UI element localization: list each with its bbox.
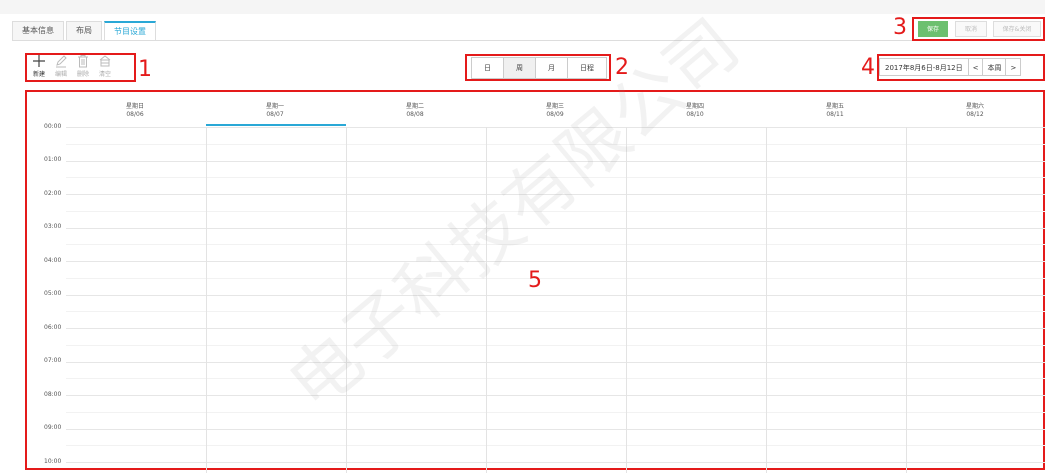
half-hour-gridline [66, 344, 1045, 346]
tab-basic-info[interactable]: 基本信息 [12, 21, 64, 40]
view-week-button[interactable]: 周 [504, 58, 536, 78]
half-hour-gridline [66, 411, 1045, 413]
day-date: 08/10 [686, 111, 704, 118]
tab-bar: 基本信息 布局 节目设置 [12, 20, 158, 40]
half-hour-gridline [66, 143, 1045, 145]
active-day-indicator [206, 124, 346, 126]
hour-gridline [66, 428, 1045, 430]
time-label: 10:00 [44, 458, 62, 465]
save-and-close-button[interactable]: 保存&关闭 [993, 21, 1041, 37]
day-date: 08/09 [546, 111, 564, 118]
half-hour-gridline [66, 311, 1045, 313]
day-column-divider [906, 127, 907, 473]
day-header-wed: 星期三 08/09 [485, 103, 625, 119]
day-header-tue: 星期二 08/08 [345, 103, 485, 119]
toolbar: 新建 编辑 删除 清空 [28, 54, 116, 78]
time-label: 04:00 [44, 257, 62, 264]
this-week-button[interactable]: 本周 [982, 58, 1007, 76]
day-date: 08/08 [406, 111, 424, 118]
time-label: 06:00 [44, 324, 62, 331]
cancel-button[interactable]: 取消 [955, 21, 987, 37]
day-date: 08/06 [126, 111, 144, 118]
annotation-label-3: 3 [893, 15, 907, 40]
day-column-divider [766, 127, 767, 473]
hour-gridline [66, 462, 1045, 463]
hour-gridline [66, 294, 1045, 296]
clear-button[interactable]: 清空 [94, 54, 116, 78]
day-name: 星期五 [825, 103, 844, 110]
top-strip [0, 0, 1045, 14]
annotation-label-2: 2 [615, 55, 629, 80]
day-date: 08/07 [266, 111, 284, 118]
time-label: 07:00 [44, 357, 62, 364]
prev-week-button[interactable]: < [967, 58, 984, 76]
eraser-icon [99, 55, 111, 67]
hour-gridline [66, 227, 1045, 229]
half-hour-gridline [66, 445, 1045, 447]
trash-icon [78, 55, 88, 68]
hour-gridline [66, 328, 1045, 329]
new-button[interactable]: 新建 [28, 54, 50, 78]
view-switch: 日 周 月 日程 [471, 57, 607, 79]
delete-label: 删除 [76, 71, 89, 78]
day-header-sun: 星期日 08/06 [65, 103, 205, 119]
time-label: 03:00 [44, 223, 62, 230]
day-column-divider [206, 127, 207, 473]
day-column-divider [346, 127, 347, 473]
plus-icon [33, 55, 45, 67]
day-name: 星期一 [265, 103, 284, 110]
next-week-button[interactable]: > [1005, 58, 1022, 76]
day-name: 星期三 [545, 103, 564, 110]
new-label: 新建 [32, 71, 45, 78]
half-hour-gridline [66, 277, 1045, 279]
day-header-mon: 星期一 08/07 [205, 103, 345, 119]
half-hour-gridline [66, 244, 1045, 246]
tab-layout[interactable]: 布局 [66, 21, 102, 40]
save-button[interactable]: 保存 [918, 21, 948, 37]
day-name: 星期二 [405, 103, 424, 110]
edit-button[interactable]: 编辑 [50, 54, 72, 78]
half-hour-gridline [66, 378, 1045, 380]
annotation-label-4: 4 [861, 55, 875, 80]
day-name: 星期四 [685, 103, 704, 110]
day-column-divider [486, 127, 487, 473]
view-schedule-button[interactable]: 日程 [568, 58, 606, 78]
day-date: 08/11 [826, 111, 844, 118]
time-label: 00:00 [44, 123, 62, 130]
hour-gridline [66, 361, 1045, 363]
time-label: 02:00 [44, 190, 62, 197]
time-label: 01:00 [44, 156, 62, 163]
tab-divider [12, 40, 1045, 41]
time-label: 09:00 [44, 424, 62, 431]
view-month-button[interactable]: 月 [536, 58, 568, 78]
day-name: 星期六 [965, 103, 984, 110]
annotation-label-1: 1 [138, 57, 152, 82]
day-date: 08/12 [966, 111, 984, 118]
day-header-fri: 星期五 08/11 [765, 103, 905, 119]
pencil-icon [56, 55, 67, 68]
day-column-divider [626, 127, 627, 473]
hour-gridline [66, 127, 1045, 128]
clear-label: 清空 [98, 71, 111, 78]
half-hour-gridline [66, 210, 1045, 212]
tab-program-settings[interactable]: 节目设置 [104, 21, 156, 40]
time-label: 05:00 [44, 290, 62, 297]
delete-button[interactable]: 删除 [72, 54, 94, 78]
hour-gridline [66, 395, 1045, 396]
day-header-thu: 星期四 08/10 [625, 103, 765, 119]
view-day-button[interactable]: 日 [472, 58, 504, 78]
date-navigator: 2017年8月6日-8月12日 < 本周 > [879, 58, 1022, 76]
day-header-sat: 星期六 08/12 [905, 103, 1045, 119]
half-hour-gridline [66, 177, 1045, 179]
date-range-display: 2017年8月6日-8月12日 [879, 58, 969, 76]
edit-label: 编辑 [54, 71, 67, 78]
annotation-label-5: 5 [528, 268, 542, 293]
hour-gridline [66, 261, 1045, 262]
hour-gridline [66, 160, 1045, 162]
day-name: 星期日 [125, 103, 144, 110]
hour-gridline [66, 194, 1045, 195]
time-label: 08:00 [44, 391, 62, 398]
